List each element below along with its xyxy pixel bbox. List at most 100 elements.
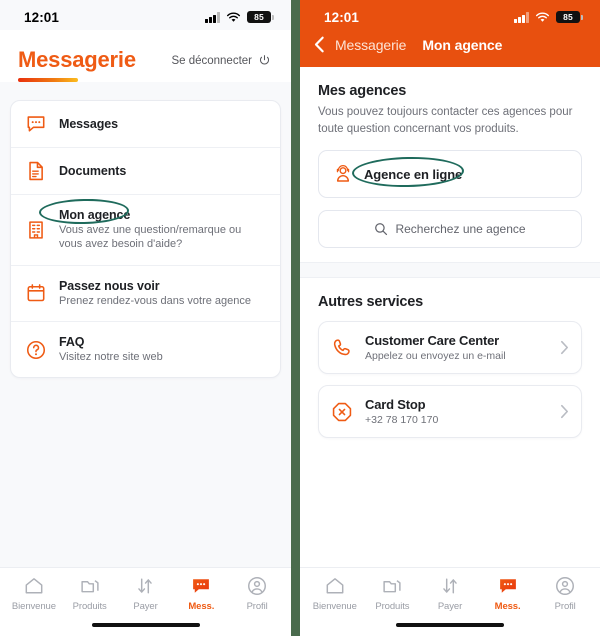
agencies-section: Mes agences Vous pouvez toujours contact… [300,67,600,262]
home-indicator-right [300,614,600,636]
status-bar-left: 12:01 85 [0,0,291,30]
home-icon [326,578,344,594]
tab-label: Bienvenue [312,601,357,612]
menu-item-text: Messages [59,117,266,131]
messages-icon [499,579,516,593]
tab-label: Bienvenue [11,601,56,612]
left-header: Messagerie Se déconnecter [0,30,291,83]
logout-button[interactable]: Se déconnecter [171,54,271,67]
messages-icon [193,579,210,593]
person-circle-icon [248,577,267,595]
page-title: Messagerie [18,47,136,72]
menu-item-subtitle: Vous avez une question/remarque ou vous … [59,224,242,251]
tab-label: Produits [375,601,410,612]
right-header: 12:01 85 Messagerie Mon agence [300,0,600,67]
agency-online-item[interactable]: Agence en ligne [318,150,582,199]
tab-label: Produits [72,601,107,612]
status-icons: 85 [514,11,583,23]
tab-bienvenue[interactable]: Bienvenue [6,575,62,612]
folders-icon [383,580,402,593]
menu-item-text: Passez nous voir Prenez rendez-vous dans… [59,279,266,308]
menu-item-mon-agence[interactable]: Mon agence Vous avez une question/remarq… [11,195,280,266]
menu-item-text: Mon agence Vous avez une question/remarq… [59,208,266,252]
tab-bienvenue[interactable]: Bienvenue [307,575,363,612]
tab-bar-right: Bienvenue Produits Payer Mess. Profil [300,567,600,614]
tab-produits[interactable]: Produits [364,575,420,612]
section-title: Mes agences [318,83,407,99]
logout-label: Se déconnecter [171,54,252,67]
search-agency-button[interactable]: Recherchez une agence [318,210,582,249]
person-circle-icon [556,577,575,595]
tab-profil[interactable]: Profil [229,575,285,612]
battery-icon: 85 [556,11,583,23]
tab-profil[interactable]: Profil [537,575,593,612]
menu-item-subtitle: Prenez rendez-vous dans votre agence [59,294,252,307]
signal-bars-icon [514,12,529,23]
back-label[interactable]: Messagerie [335,37,406,53]
section-title: Autres services [318,294,424,311]
service-item-text: Customer Care Center Appelez ou envoyez … [365,333,548,362]
menu-item-title: Documents [59,164,127,179]
service-item-card-stop[interactable]: Card Stop +32 78 170 170 [318,385,582,439]
menu-item-messages[interactable]: Messages [11,101,280,149]
status-icons: 85 [205,11,274,23]
menu-item-title: FAQ [59,335,85,350]
battery-icon: 85 [247,11,274,23]
home-icon [25,578,43,594]
tab-label: Profil [246,601,268,612]
service-item-text: Card Stop +32 78 170 170 [365,397,548,426]
nav-bar: Messagerie Mon agence [300,30,600,67]
chevron-right-icon [560,341,569,355]
tab-payer[interactable]: Payer [118,575,174,612]
section-separator-band [300,262,600,279]
left-phone-panel: 12:01 85 Messagerie Se déconnecter Messa… [0,0,291,636]
service-item-customer-care-center[interactable]: Customer Care Center Appelez ou envoyez … [318,321,582,375]
building-icon [29,221,43,239]
transfer-arrows-icon [138,578,153,594]
chevron-right-icon [560,405,569,419]
menu-item-documents[interactable]: Documents [11,148,280,196]
menu-item-title: Passez nous voir [59,278,160,293]
search-agency-label: Recherchez une agence [395,222,526,237]
folders-icon [81,580,99,593]
tab-payer[interactable]: Payer [422,575,478,612]
tab-mess[interactable]: Mess. [173,575,229,612]
page-title-group: Messagerie [18,47,136,83]
status-bar-right: 12:01 85 [300,0,600,30]
tab-label: Mess. [494,601,521,612]
signal-bars-icon [205,12,220,23]
left-body: Messages Documents Mon agence Vous avez … [0,82,291,567]
status-time: 12:01 [324,9,360,25]
right-body: Mes agences Vous pouvez toujours contact… [300,67,600,567]
section-description: Vous pouvez toujours contacter ces agenc… [318,106,573,135]
chat-bubble-icon [27,116,45,132]
tab-label: Payer [437,601,463,612]
wifi-icon [226,12,241,22]
question-circle-icon [26,340,46,359]
chevron-left-icon[interactable] [314,36,325,53]
tab-mess[interactable]: Mess. [480,575,536,612]
tab-label: Profil [554,601,576,612]
menu-item-text: Documents [59,164,266,178]
wifi-icon [535,12,550,22]
menu-item-faq[interactable]: FAQ Visitez notre site web [11,322,280,377]
messagerie-menu-card: Messages Documents Mon agence Vous avez … [10,100,281,379]
menu-item-passez-nous-voir[interactable]: Passez nous voir Prenez rendez-vous dans… [11,266,280,323]
document-icon [29,161,43,181]
right-phone-panel: 12:01 85 Messagerie Mon agence Mes agenc… [300,0,600,636]
transfer-arrows-icon [443,578,457,594]
service-item-title: Card Stop [365,397,426,413]
services-section: Autres services Customer Care Center App… [300,278,600,452]
screen-title: Mon agence [422,36,503,53]
search-icon [375,223,388,236]
home-indicator-left [0,614,291,636]
screenshot-root: 12:01 85 Messagerie Se déconnecter Messa… [0,0,600,636]
service-item-title: Customer Care Center [365,333,499,349]
menu-item-text: FAQ Visitez notre site web [59,335,266,364]
service-item-subtitle: +32 78 170 170 [365,414,439,427]
tab-produits[interactable]: Produits [62,575,118,612]
tab-label: Mess. [188,601,215,612]
panel-divider [291,0,300,636]
calendar-icon [27,284,45,302]
power-icon [259,55,270,65]
